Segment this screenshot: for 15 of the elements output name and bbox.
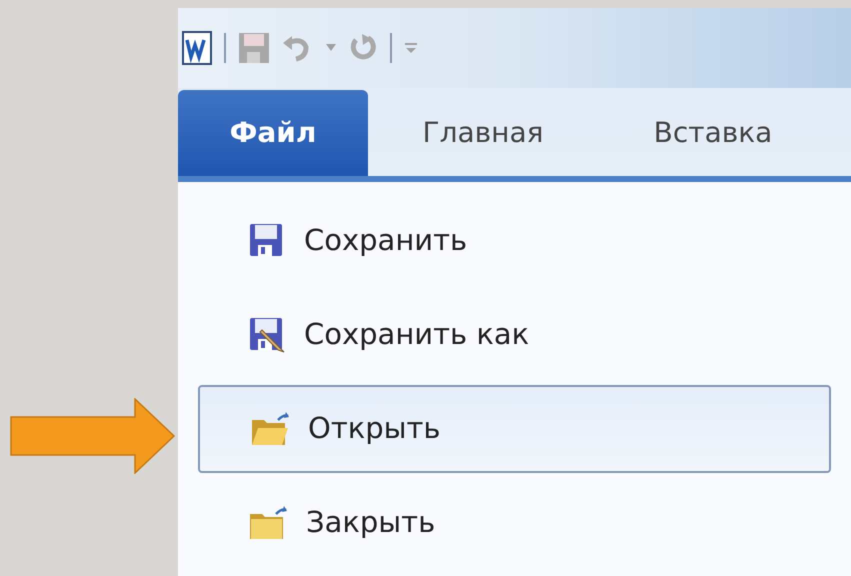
file-menu-item[interactable]: Открыть — [198, 385, 831, 473]
arrow-pointer-icon — [10, 398, 176, 474]
file-menu-item[interactable]: Сохранить — [198, 194, 831, 288]
folder-arrow-icon — [248, 504, 288, 542]
floppy-pencil-icon — [248, 316, 286, 354]
file-menu-item[interactable]: Сохранить как — [198, 288, 831, 382]
open-folder-icon — [250, 410, 290, 448]
word-logo-icon[interactable] — [182, 31, 212, 65]
dropdown-caret-icon[interactable] — [326, 44, 336, 52]
customize-toolbar-icon[interactable] — [404, 41, 418, 55]
ribbon-tab[interactable]: Вставка — [598, 90, 828, 176]
ribbon-tab[interactable]: Главная — [368, 90, 598, 176]
save-icon[interactable] — [238, 32, 270, 64]
file-menu-item[interactable]: Закрыть — [198, 476, 831, 570]
ribbon-tab[interactable]: Файл — [178, 90, 368, 176]
